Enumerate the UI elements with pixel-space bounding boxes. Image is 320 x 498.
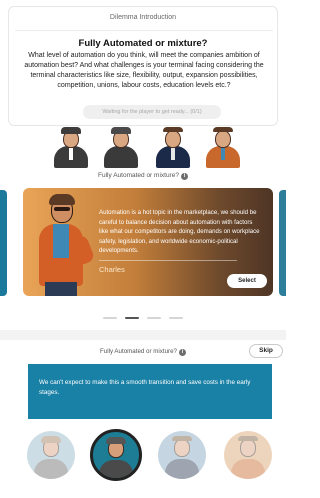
info-icon[interactable]: i [179,349,187,356]
carousel-next-card-edge[interactable] [279,190,286,296]
dilemma-question: What level of automation do you think, w… [24,52,264,89]
character-avatar-2 [100,126,142,168]
waiting-status-button: Waiting for the player to get ready... (… [83,105,221,119]
answer-box: We can't expect to make this a smooth tr… [28,364,272,419]
section-divider [0,330,286,340]
page-dot[interactable] [169,316,183,319]
card-divider [99,260,237,261]
page-dot[interactable] [103,316,117,319]
carousel-prev-card-edge[interactable] [0,190,7,296]
carousel-caption: Fully Automated or mixture? i [0,172,286,180]
character-bubble-2-selected[interactable] [90,429,142,481]
info-icon[interactable]: i [180,173,188,180]
carousel-pagination [0,309,286,327]
character-bubble-3[interactable] [158,431,206,479]
character-avatar-4 [202,126,244,168]
card-kicker: Dilemma Introduction [109,14,177,21]
carousel-caption-text: Fully Automated or mixture? [98,172,179,179]
page-dot-active[interactable] [125,316,139,319]
character-bubble-4[interactable] [224,431,272,479]
character-avatar-1 [50,126,92,168]
dilemma-title: Fully Automated or mixture? [78,38,208,49]
card-author: Charles [99,265,125,274]
skip-button[interactable]: Skip [249,344,283,358]
answer-caption-text: Fully Automated or mixture? [99,348,178,355]
character-bubble-1[interactable] [27,431,75,479]
charles-illustration [37,194,96,296]
dilemma-intro-card: Dilemma Introduction Fully Automated or … [8,6,278,126]
page-dot[interactable] [147,316,161,319]
character-avatar-3 [152,126,194,168]
answer-text: We can't expect to make this a smooth tr… [39,379,251,396]
divider [15,30,273,31]
card-statement: Automation is a hot topic in the marketp… [99,209,260,255]
answer-caption: Fully Automated or mixture? i [0,348,286,356]
select-button[interactable]: Select [227,274,267,288]
